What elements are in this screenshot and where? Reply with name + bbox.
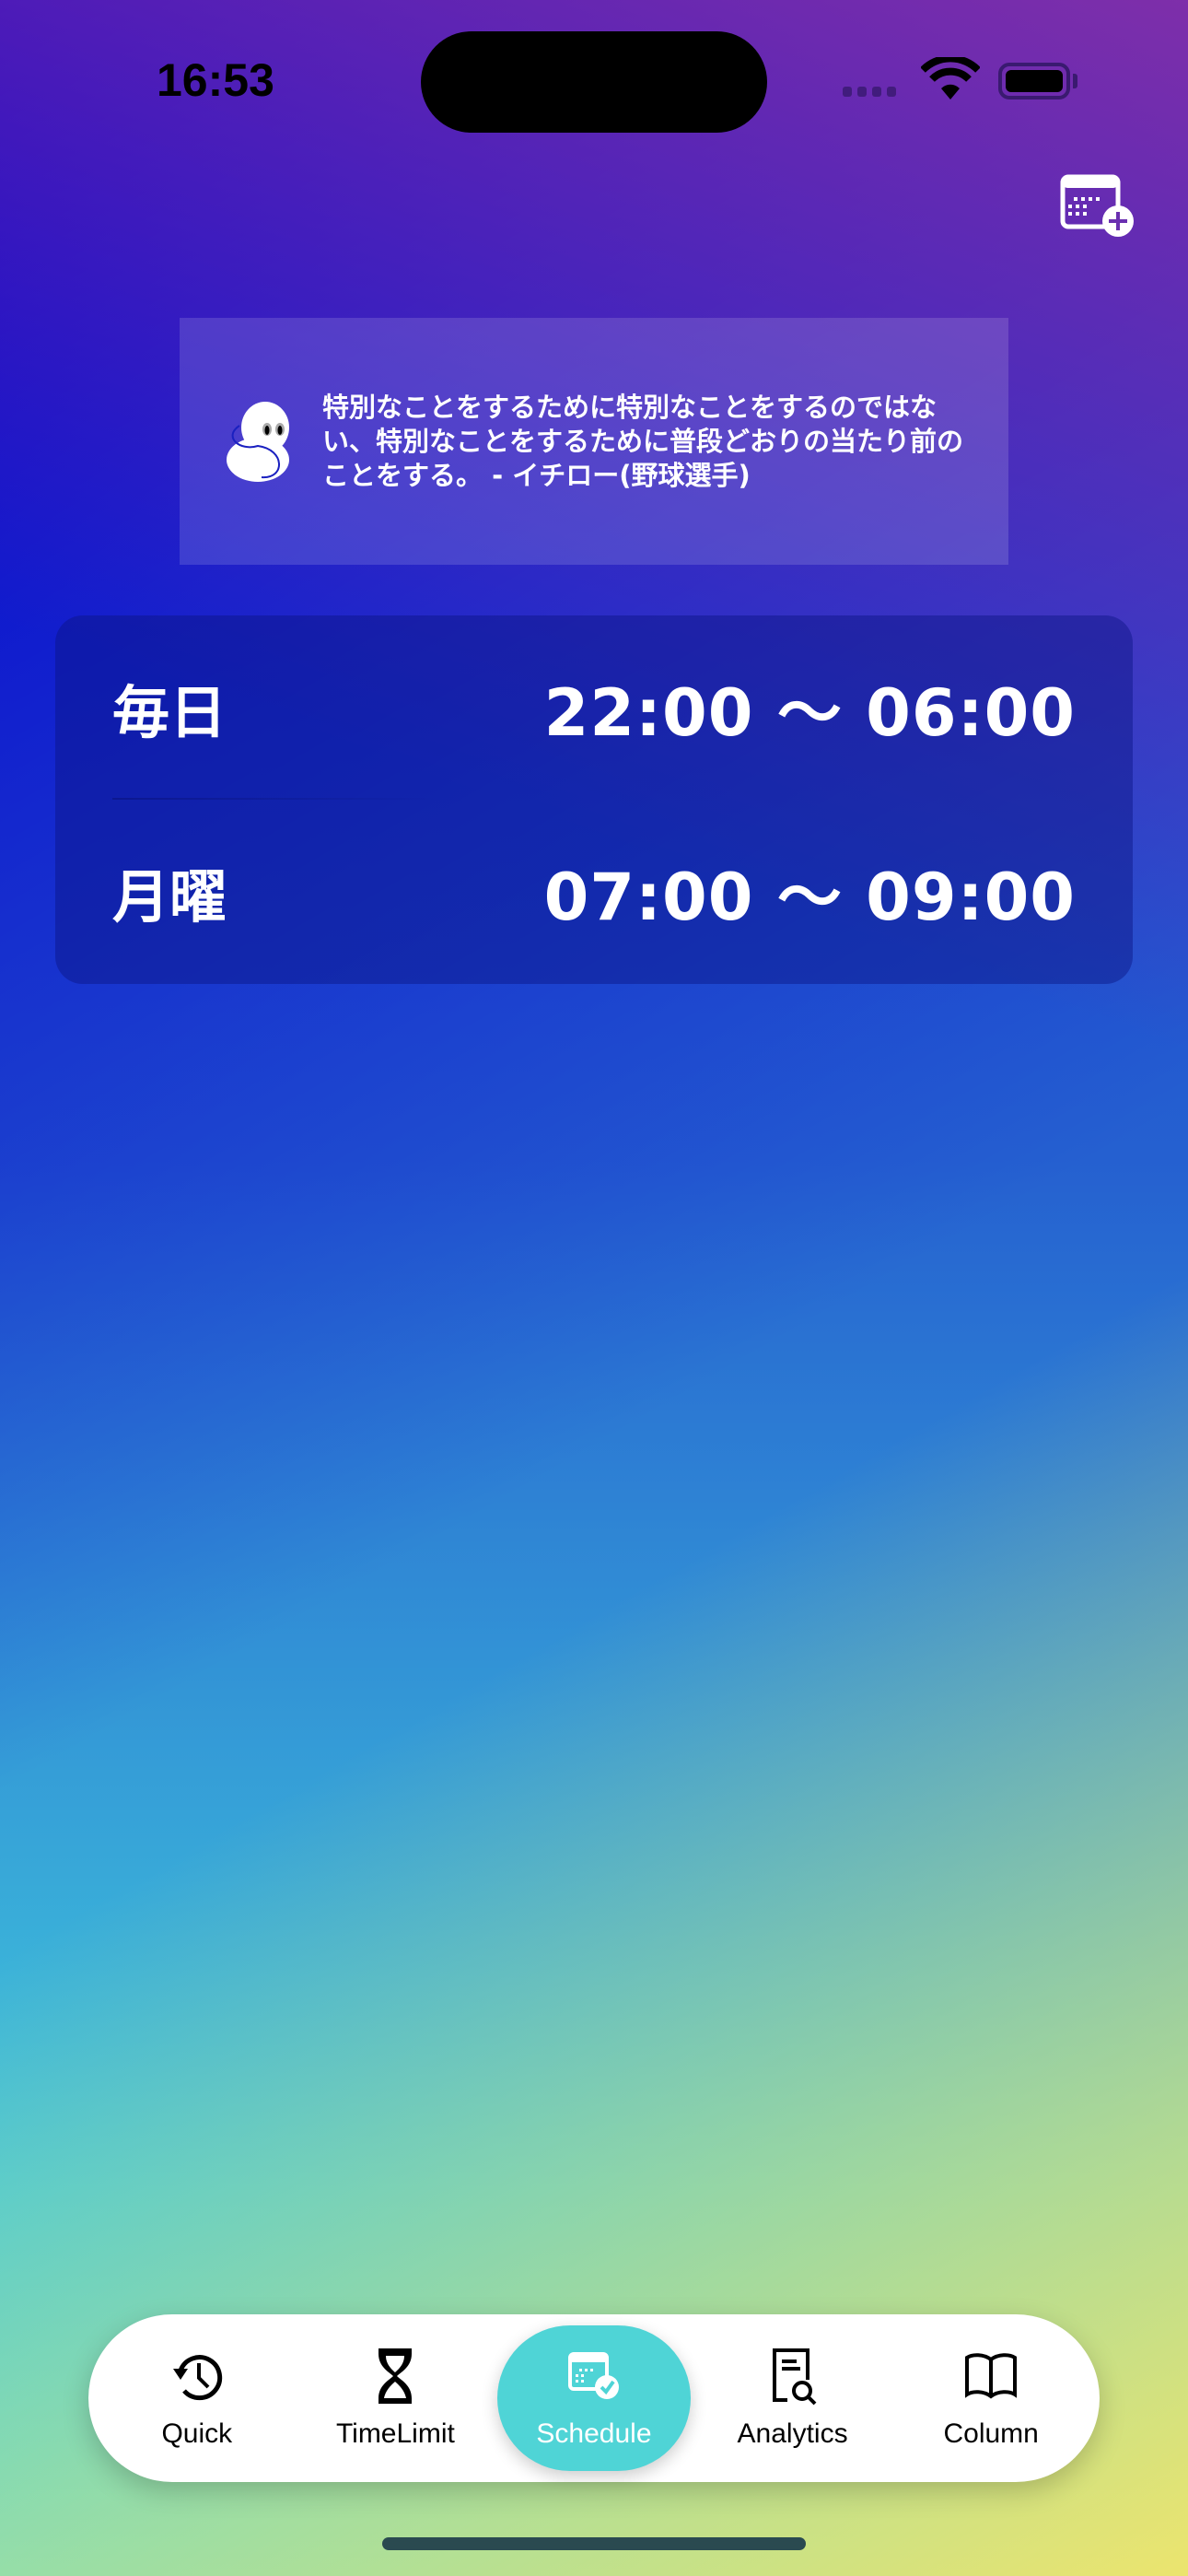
dynamic-island — [421, 31, 767, 133]
clock-history-icon — [172, 2355, 222, 2401]
quote-text: 特別なことをするために特別なことをするのではない、特別なことをするために普段どお… — [322, 391, 964, 491]
wifi-icon — [921, 57, 980, 100]
status-time: 16:53 — [157, 54, 274, 106]
calendar-check-icon — [567, 2352, 619, 2399]
home-indicator[interactable] — [382, 2537, 806, 2550]
schedule-time: 07:00 〜 09:00 — [543, 859, 1076, 935]
schedule-time: 22:00 〜 06:00 — [543, 674, 1076, 751]
tab-bar: Quick TimeLimit Schedule Analytics Colum… — [88, 2314, 1100, 2482]
tab-label: TimeLimit — [335, 2418, 455, 2449]
cellular-signal-icon — [843, 87, 896, 97]
tab-label: Quick — [161, 2418, 233, 2449]
tab-quick[interactable]: Quick — [100, 2325, 294, 2471]
tab-label: Column — [943, 2418, 1039, 2449]
schedule-day: 月曜 — [112, 863, 227, 931]
tab-timelimit[interactable]: TimeLimit — [298, 2325, 492, 2471]
schedule-day: 毎日 — [112, 679, 227, 746]
hourglass-icon — [379, 2348, 413, 2404]
tab-label: Analytics — [737, 2418, 848, 2449]
book-icon — [965, 2353, 1018, 2399]
tab-schedule[interactable]: Schedule — [496, 2325, 691, 2471]
tab-analytics[interactable]: Analytics — [696, 2325, 890, 2471]
battery-icon — [998, 63, 1070, 100]
schedule-row[interactable]: 月曜 07:00 〜 09:00 — [112, 800, 1076, 984]
tab-label: Schedule — [536, 2418, 652, 2449]
battery-cap — [1073, 74, 1077, 88]
document-search-icon — [772, 2348, 816, 2406]
schedule-row[interactable]: 毎日 22:00 〜 06:00 — [112, 615, 1076, 800]
tab-column[interactable]: Column — [894, 2325, 1088, 2471]
calendar-plus-icon[interactable] — [1059, 173, 1136, 240]
ghost-mascot-icon — [227, 402, 289, 482]
schedule-list: 毎日 22:00 〜 06:00 月曜 07:00 〜 09:00 — [55, 615, 1133, 984]
quote-card: 特別なことをするために特別なことをするのではない、特別なことをするために普段どお… — [180, 318, 1008, 565]
